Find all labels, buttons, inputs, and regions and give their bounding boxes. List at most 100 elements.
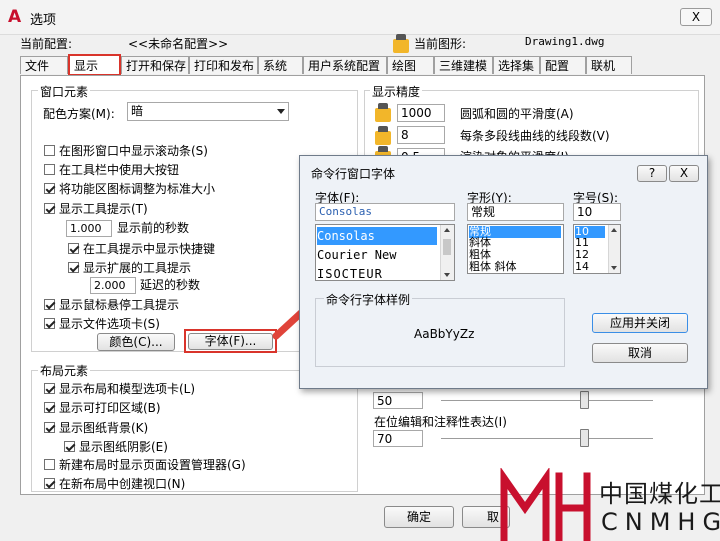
paper-shadow-label: 显示图纸阴影(E) xyxy=(79,440,168,454)
scroll-up-icon xyxy=(611,228,617,232)
layout-model-tabs-checkbox[interactable] xyxy=(44,383,55,394)
layout-elements-title: 布局元素 xyxy=(38,362,91,379)
paper-background-checkbox[interactable] xyxy=(44,422,55,433)
tab-plot-publish[interactable]: 打印和发布 xyxy=(189,56,258,74)
paper-background-label: 显示图纸背景(K) xyxy=(59,421,149,435)
create-viewport-label: 在新布局中创建视口(N) xyxy=(59,477,186,491)
scrollbar-label: 在图形窗口中显示滚动条(S) xyxy=(59,144,208,158)
tab-3d-modeling[interactable]: 三维建模 xyxy=(434,56,493,74)
font-list-scrollbar[interactable] xyxy=(440,225,454,280)
polyline-segments-input[interactable]: 8 xyxy=(397,126,445,144)
extended-delay-label: 延迟的秒数 xyxy=(140,278,201,292)
printable-area-checkbox[interactable] xyxy=(44,402,55,413)
fade-control-input[interactable]: 50 xyxy=(373,392,423,409)
font-dialog-close-button[interactable]: X xyxy=(669,165,699,182)
scroll-thumb[interactable] xyxy=(443,239,451,255)
inplace-edit-slider-track xyxy=(441,438,653,439)
tab-profiles[interactable]: 配置 xyxy=(540,56,586,74)
cnmhg-logo-icon xyxy=(500,468,591,541)
colors-button[interactable]: 颜色(C)... xyxy=(97,333,175,351)
arc-smoothness-input[interactable]: 1000 xyxy=(397,104,445,122)
font-sample-title: 命令行字体样例 xyxy=(324,291,413,308)
font-option-isocteur[interactable]: ISOCTEUR xyxy=(317,265,383,280)
inplace-edit-input[interactable]: 70 xyxy=(373,430,423,447)
font-button[interactable]: 字体(F)... xyxy=(188,333,273,350)
fade-control-slider-thumb[interactable] xyxy=(580,391,589,409)
tab-drafting[interactable]: 绘图 xyxy=(387,56,434,74)
autocad-app-icon: A xyxy=(8,7,22,27)
inplace-edit-slider-thumb[interactable] xyxy=(580,429,589,447)
font-option-courier-new[interactable]: Courier New xyxy=(317,246,396,264)
color-scheme-select[interactable]: 暗 xyxy=(127,102,289,121)
extended-delay-input[interactable]: 2.000 xyxy=(90,277,136,294)
page-setup-manager-label: 新建布局时显示页面设置管理器(G) xyxy=(59,458,246,472)
scroll-up-icon xyxy=(444,228,450,232)
tooltip-shortcut-checkbox[interactable] xyxy=(68,243,79,254)
extended-tooltip-label: 显示扩展的工具提示 xyxy=(83,261,192,275)
size-list-scrollbar[interactable] xyxy=(608,225,620,273)
rollover-tooltip-label: 显示鼠标悬停工具提示 xyxy=(59,298,180,312)
fade-control-slider-track xyxy=(441,400,653,401)
brand-name-cn: 中国煤化工 xyxy=(599,480,720,508)
extended-tooltip-checkbox[interactable] xyxy=(68,262,79,273)
window-elements-title: 窗口元素 xyxy=(38,83,91,100)
font-name-input[interactable]: Consolas xyxy=(315,203,455,221)
apply-and-close-button[interactable]: 应用并关闭 xyxy=(592,313,688,333)
page-setup-manager-checkbox[interactable] xyxy=(44,459,55,470)
ribbon-icon-size-label: 将功能区图标调整为标准大小 xyxy=(59,182,216,196)
tab-user-preferences[interactable]: 用户系统配置 xyxy=(303,56,387,74)
font-size-input[interactable]: 10 xyxy=(573,203,621,221)
tooltip-shortcut-label: 在工具提示中显示快捷键 xyxy=(83,242,216,256)
create-viewport-checkbox[interactable] xyxy=(44,478,55,489)
large-buttons-label: 在工具栏中使用大按钮 xyxy=(59,163,180,177)
paper-shadow-checkbox[interactable] xyxy=(64,441,75,452)
tooltip-delay-label: 显示前的秒数 xyxy=(117,221,190,235)
font-listbox[interactable]: Consolas Courier New ISOCTEUR xyxy=(315,224,455,281)
size-option-14[interactable]: 14 xyxy=(575,261,589,273)
current-profile-label: 当前配置: xyxy=(20,37,73,51)
tooltip-delay-input[interactable]: 1.000 xyxy=(66,220,112,237)
tab-system[interactable]: 系统 xyxy=(258,56,303,74)
current-drawing-label: 当前图形: xyxy=(414,37,467,51)
file-tabs-checkbox[interactable] xyxy=(44,318,55,329)
printable-area-label: 显示可打印区域(B) xyxy=(59,401,161,415)
inplace-edit-label: 在位编辑和注释性表达(I) xyxy=(374,415,507,429)
window-title: 选项 xyxy=(30,13,57,28)
tab-display[interactable]: 显示 xyxy=(68,54,121,76)
font-style-input[interactable]: 常规 xyxy=(467,203,564,221)
scroll-down-icon xyxy=(611,266,617,270)
tab-online[interactable]: 联机 xyxy=(586,56,632,74)
scrollbar-checkbox[interactable] xyxy=(44,145,55,156)
font-dialog-cancel-button[interactable]: 取消 xyxy=(592,343,688,363)
large-buttons-checkbox[interactable] xyxy=(44,164,55,175)
font-sample-text: AaBbYyZz xyxy=(414,327,475,341)
font-size-listbox[interactable]: 10 11 12 14 xyxy=(573,224,621,274)
polyline-segments-label: 每条多段线曲线的线段数(V) xyxy=(460,129,610,143)
tab-files[interactable]: 文件 xyxy=(20,56,68,74)
precision-polyline-icon xyxy=(375,126,391,145)
help-button[interactable]: ? xyxy=(637,165,667,182)
file-tabs-label: 显示文件选项卡(S) xyxy=(59,317,160,331)
chevron-down-icon xyxy=(277,109,285,114)
window-titlebar: A 选项 X xyxy=(0,0,720,35)
font-option-consolas[interactable]: Consolas xyxy=(317,227,437,245)
tab-open-save[interactable]: 打开和保存 xyxy=(121,56,189,74)
color-scheme-value: 暗 xyxy=(131,104,144,118)
window-close-button[interactable]: X xyxy=(680,8,712,26)
show-tooltips-checkbox[interactable] xyxy=(44,203,55,214)
scroll-down-icon xyxy=(444,273,450,277)
current-profile-value: <<未命名配置>> xyxy=(128,37,229,51)
ok-button[interactable]: 确定 xyxy=(384,506,454,528)
brand-name-en: CNMHG xyxy=(601,508,720,536)
tab-selection[interactable]: 选择集 xyxy=(493,56,540,74)
color-scheme-label: 配色方案(M): xyxy=(43,107,115,121)
cnmhg-watermark: 中国煤化工 CNMHG xyxy=(499,468,720,541)
font-style-listbox[interactable]: 常规 斜体 粗体 粗体 斜体 xyxy=(467,224,564,274)
command-line-font-dialog: 命令行窗口字体 ? X 字体(F): Consolas Consolas Cou… xyxy=(299,155,708,389)
current-drawing-value: Drawing1.dwg xyxy=(525,35,605,48)
rollover-tooltip-checkbox[interactable] xyxy=(44,299,55,310)
font-dialog-title: 命令行窗口字体 xyxy=(311,167,396,181)
ribbon-icon-size-checkbox[interactable] xyxy=(44,183,55,194)
style-option-bold-italic[interactable]: 粗体 斜体 xyxy=(469,261,517,273)
arc-smoothness-label: 圆弧和圆的平滑度(A) xyxy=(460,107,574,121)
